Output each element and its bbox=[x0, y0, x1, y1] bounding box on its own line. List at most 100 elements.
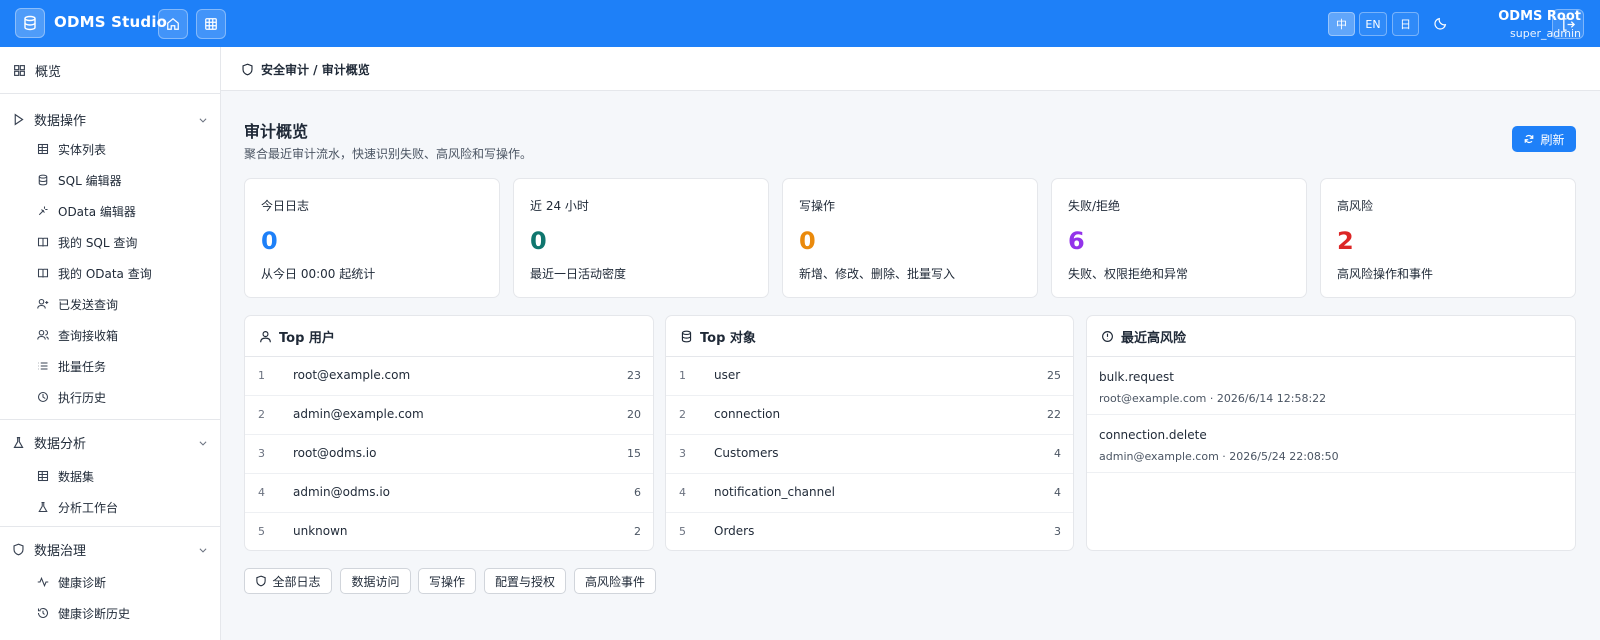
refresh-button[interactable]: 刷新 bbox=[1512, 126, 1576, 152]
stat-label: 近 24 小时 bbox=[530, 199, 589, 213]
moon-icon[interactable] bbox=[1434, 16, 1448, 30]
sidebar-item-label: OData 编辑器 bbox=[58, 204, 136, 219]
table-row[interactable]: 3 root@odms.io 15 bbox=[245, 435, 653, 474]
sidebar-item-sent-queries[interactable]: 已发送查询 bbox=[0, 291, 220, 317]
filter-write-ops-button[interactable]: 写操作 bbox=[418, 568, 476, 594]
grid-button[interactable] bbox=[196, 9, 226, 39]
sidebar-item-odata-editor[interactable]: OData 编辑器 bbox=[0, 198, 220, 224]
sidebar-group-data-governance[interactable]: 数据治理 bbox=[0, 536, 220, 562]
sidebar-item-label: 我的 OData 查询 bbox=[58, 266, 152, 281]
sidebar-item-label: 执行历史 bbox=[58, 390, 107, 405]
sidebar-item-batch-tasks[interactable]: 批量任务 bbox=[0, 353, 220, 379]
plug-icon bbox=[38, 206, 48, 216]
sidebar-item-datasets[interactable]: 数据集 bbox=[0, 463, 220, 489]
table-row[interactable]: 5 unknown 2 bbox=[245, 513, 653, 550]
lang-en-button[interactable]: EN bbox=[1359, 12, 1387, 36]
row-name: Orders bbox=[714, 524, 755, 538]
filter-config-auth-button[interactable]: 配置与授权 bbox=[484, 568, 566, 594]
divider bbox=[0, 93, 220, 94]
row-name: Customers bbox=[714, 446, 779, 460]
stat-label: 高风险 bbox=[1337, 199, 1374, 213]
list-icon bbox=[38, 362, 48, 370]
sidebar-item-my-sql-queries[interactable]: 我的 SQL 查询 bbox=[0, 229, 220, 255]
table-row[interactable]: 1 user 25 bbox=[666, 357, 1073, 396]
home-icon bbox=[167, 17, 179, 30]
row-count: 20 bbox=[627, 408, 641, 421]
divider bbox=[0, 419, 220, 420]
row-count: 2 bbox=[634, 525, 641, 538]
sidebar-item-health-diagnosis[interactable]: 健康诊断 bbox=[0, 569, 220, 595]
panel-title: 最近高风险 bbox=[1121, 330, 1187, 346]
lang-ja-button[interactable]: 日 bbox=[1392, 12, 1419, 36]
sidebar-item-label: 我的 SQL 查询 bbox=[58, 235, 138, 250]
row-rank: 1 bbox=[679, 369, 686, 382]
stat-card-last-24h: 近 24 小时 0 最近一日活动密度 bbox=[513, 178, 769, 298]
filter-high-risk-button[interactable]: 高风险事件 bbox=[574, 568, 656, 594]
stat-label: 失败/拒绝 bbox=[1068, 199, 1121, 213]
users-icon bbox=[37, 329, 49, 340]
stat-label: 写操作 bbox=[799, 199, 836, 213]
stat-label: 今日日志 bbox=[261, 199, 310, 213]
sidebar-item-my-odata-queries[interactable]: 我的 OData 查询 bbox=[0, 260, 220, 286]
row-rank: 5 bbox=[258, 525, 265, 538]
table-row[interactable]: 5 Orders 3 bbox=[666, 513, 1073, 550]
user-plus-icon bbox=[37, 298, 49, 309]
sidebar-item-label: 实体列表 bbox=[58, 142, 107, 157]
lang-zh-button[interactable]: 中 bbox=[1328, 12, 1355, 36]
sidebar-group-data-analysis[interactable]: 数据分析 bbox=[0, 429, 220, 455]
sidebar-item-execution-history[interactable]: 执行历史 bbox=[0, 384, 220, 410]
row-rank: 1 bbox=[258, 369, 265, 382]
dashboard-icon bbox=[14, 64, 25, 76]
sidebar-group-data-ops[interactable]: 数据操作 bbox=[0, 106, 220, 132]
shield-icon bbox=[13, 543, 24, 555]
top-objects-panel: Top 对象 1 user 25 2 connection 22 3 Customers 4… bbox=[665, 315, 1074, 551]
sidebar-group-label: 数据分析 bbox=[34, 436, 87, 452]
sidebar-item-label: 数据集 bbox=[58, 469, 95, 484]
filter-data-access-button[interactable]: 数据访问 bbox=[340, 568, 411, 594]
stat-value: 6 bbox=[1068, 227, 1085, 255]
panel-header: Top 用户 bbox=[245, 316, 653, 357]
row-name: connection bbox=[714, 407, 781, 421]
sidebar-item-label: 概览 bbox=[35, 64, 62, 80]
sidebar-item-health-diagnosis-history[interactable]: 健康诊断历史 bbox=[0, 600, 220, 626]
logout-button[interactable] bbox=[1552, 9, 1584, 39]
home-button[interactable] bbox=[158, 9, 188, 39]
filter-label: 高风险事件 bbox=[584, 574, 645, 589]
sidebar-item-entity-list[interactable]: 实体列表 bbox=[0, 136, 220, 162]
row-name: unknown bbox=[293, 524, 348, 538]
row-rank: 3 bbox=[679, 447, 686, 460]
row-count: 25 bbox=[1047, 369, 1061, 382]
sidebar-item-analysis-workbench[interactable]: 分析工作台 bbox=[0, 494, 220, 520]
divider bbox=[0, 526, 220, 527]
row-rank: 2 bbox=[679, 408, 686, 421]
table-row[interactable]: 2 connection 22 bbox=[666, 396, 1073, 435]
risk-meta: admin@example.com · 2026/5/24 22:08:50 bbox=[1099, 450, 1339, 463]
stat-desc: 失败、权限拒绝和异常 bbox=[1068, 267, 1189, 281]
filter-all-logs-button[interactable]: 全部日志 bbox=[244, 568, 332, 594]
row-count: 23 bbox=[627, 369, 641, 382]
chevron-down-icon bbox=[199, 441, 207, 446]
sidebar-item-sql-editor[interactable]: SQL 编辑器 bbox=[0, 167, 220, 193]
row-count: 4 bbox=[1054, 486, 1061, 499]
table-row[interactable]: 1 root@example.com 23 bbox=[245, 357, 653, 396]
row-rank: 2 bbox=[258, 408, 265, 421]
table-row[interactable]: 3 Customers 4 bbox=[666, 435, 1073, 474]
list-item[interactable]: connection.delete admin@example.com · 20… bbox=[1087, 415, 1575, 473]
list-item[interactable]: bulk.request root@example.com · 2026/6/1… bbox=[1087, 357, 1575, 415]
row-count: 3 bbox=[1054, 525, 1061, 538]
sidebar-item-overview[interactable]: 概览 bbox=[0, 47, 220, 93]
sidebar-item-label: 健康诊断 bbox=[58, 575, 107, 590]
sidebar-item-label: SQL 编辑器 bbox=[58, 173, 122, 188]
table-icon bbox=[37, 143, 49, 155]
play-icon bbox=[14, 113, 24, 125]
sidebar-item-label: 健康诊断历史 bbox=[58, 606, 131, 621]
stat-desc: 高风险操作和事件 bbox=[1337, 267, 1434, 281]
sidebar-item-query-inbox[interactable]: 查询接收箱 bbox=[0, 322, 220, 348]
table-row[interactable]: 2 admin@example.com 20 bbox=[245, 396, 653, 435]
database-icon[interactable] bbox=[15, 8, 45, 38]
table-row[interactable]: 4 admin@odms.io 6 bbox=[245, 474, 653, 513]
sidebar-item-label: 分析工作台 bbox=[58, 500, 119, 515]
table-row[interactable]: 4 notification_channel 4 bbox=[666, 474, 1073, 513]
breadcrumb: 安全审计 / 审计概览 bbox=[241, 61, 370, 78]
row-name: user bbox=[714, 368, 741, 382]
